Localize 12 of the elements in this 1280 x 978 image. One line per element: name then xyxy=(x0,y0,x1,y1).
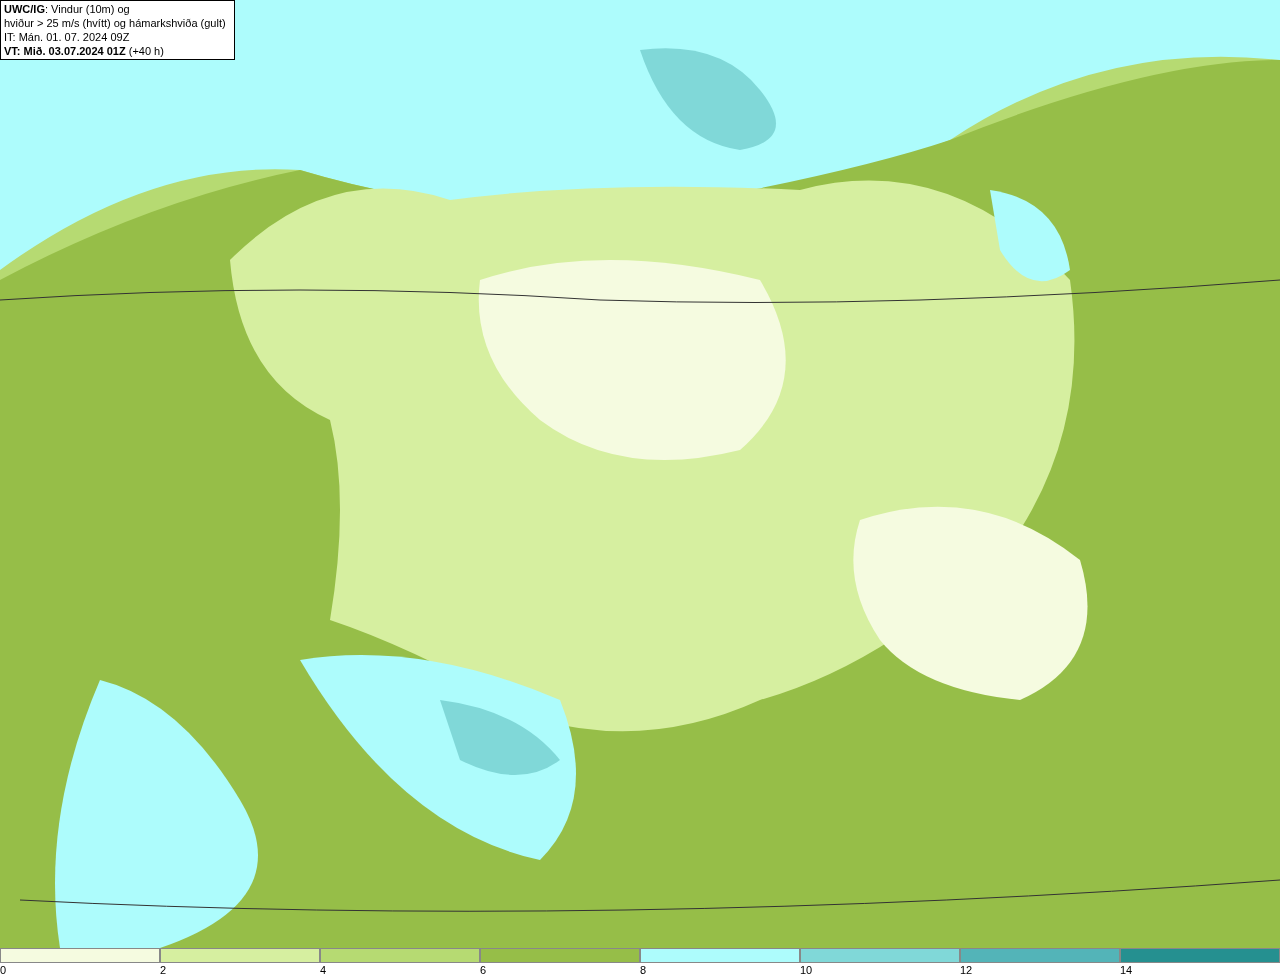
legend-label: 2 xyxy=(160,963,167,978)
legend-label: 14 xyxy=(1120,963,1133,978)
legend-label: 4 xyxy=(320,963,327,978)
info-text: hviður > 25 m/s (hvítt) og hámarkshviða (gult) xyxy=(4,16,227,30)
legend-label: 6 xyxy=(480,963,487,978)
legend-label: 8 xyxy=(640,963,647,978)
legend-label: 12 xyxy=(960,963,973,978)
info-text: VT: Mið. 03.07.2024 01Z (+40 h) xyxy=(4,44,165,58)
info-text: IT: Mán. 01. 07. 2024 09Z xyxy=(4,30,131,44)
legend-label: 10 xyxy=(800,963,813,978)
legend-label: 0 xyxy=(0,963,7,978)
info-text: UWC/IG: Vindur (10m) og xyxy=(4,2,131,16)
